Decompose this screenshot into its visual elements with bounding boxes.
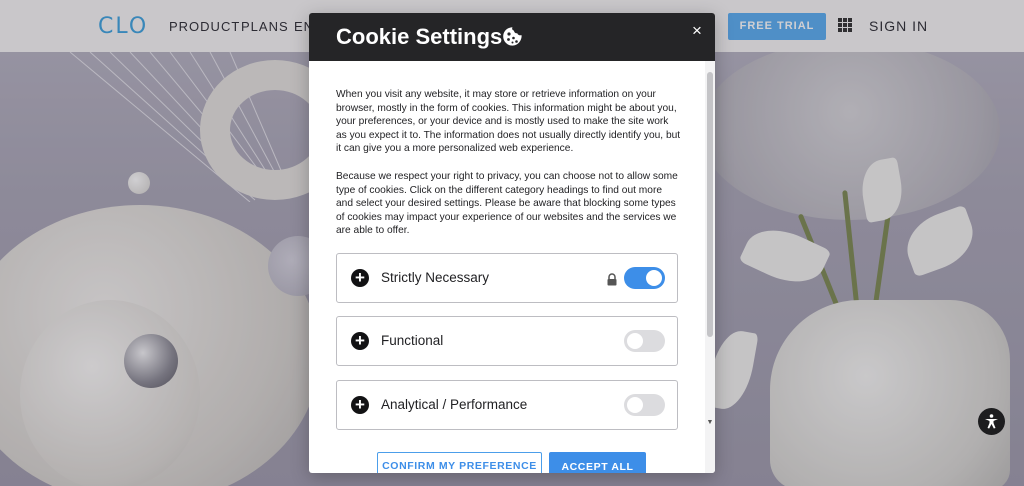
plus-icon[interactable]: +	[351, 396, 369, 414]
plus-icon[interactable]: +	[351, 269, 369, 287]
category-functional[interactable]: + Functional	[336, 316, 678, 366]
analytical-performance-toggle[interactable]	[624, 394, 665, 416]
close-button[interactable]: ×	[688, 21, 706, 40]
modal-body: When you visit any website, it may store…	[309, 61, 705, 473]
accessibility-icon	[985, 414, 998, 429]
lock-icon	[607, 273, 617, 286]
plus-icon[interactable]: +	[351, 332, 369, 350]
category-analytical-performance[interactable]: + Analytical / Performance	[336, 380, 678, 430]
accept-all-button[interactable]: ACCEPT ALL	[549, 452, 646, 473]
category-label: Strictly Necessary	[381, 270, 490, 285]
privacy-paragraph: Because we respect your right to privacy…	[336, 171, 678, 237]
cookie-icon	[503, 27, 522, 46]
category-strictly-necessary[interactable]: + Strictly Necessary	[336, 253, 678, 303]
modal-header: Cookie Settings ×	[309, 13, 715, 61]
toggle-knob	[646, 270, 662, 286]
modal-title: Cookie Settings	[336, 24, 503, 49]
toggle-knob	[627, 333, 643, 349]
modal-scrollbar[interactable]: ▼	[705, 61, 715, 473]
category-label: Analytical / Performance	[381, 397, 528, 412]
functional-toggle[interactable]	[624, 330, 665, 352]
intro-paragraph: When you visit any website, it may store…	[336, 89, 681, 155]
close-icon: ×	[692, 21, 702, 40]
strictly-necessary-toggle[interactable]	[624, 267, 665, 289]
cookie-settings-modal: Cookie Settings × When you visit any web…	[309, 13, 715, 473]
toggle-knob	[627, 397, 643, 413]
scroll-thumb[interactable]	[707, 72, 713, 337]
scroll-down-arrow-icon[interactable]: ▼	[706, 419, 714, 426]
category-label: Functional	[381, 333, 444, 348]
accessibility-button[interactable]	[978, 408, 1005, 435]
confirm-preference-button[interactable]: CONFIRM MY PREFERENCE	[377, 452, 542, 473]
